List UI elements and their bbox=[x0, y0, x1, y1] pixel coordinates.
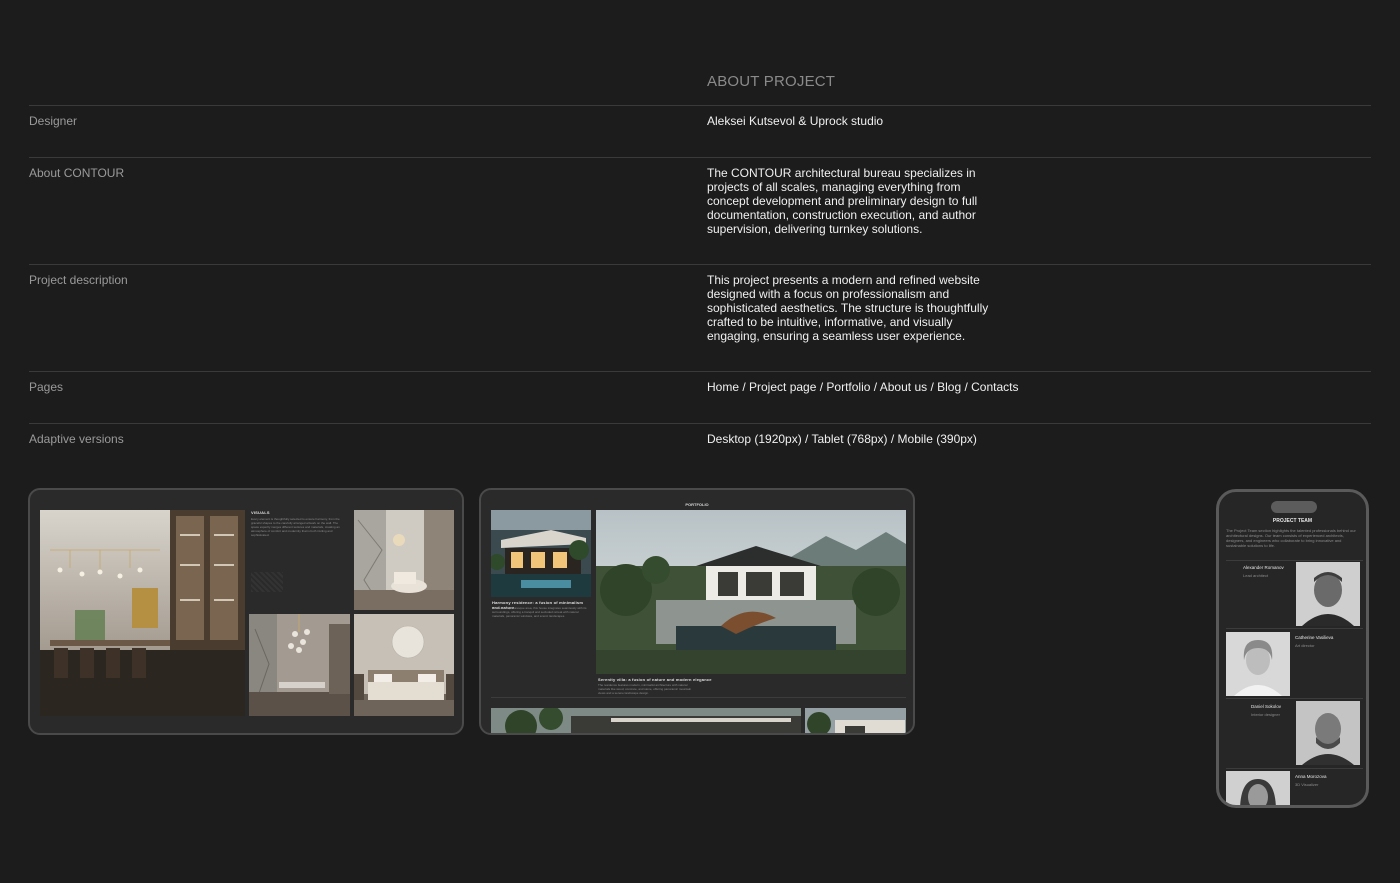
phone-team-mockup: PROJECT TEAM The Project Team section hi… bbox=[1216, 489, 1369, 808]
info-row-about-contour: About CONTOUR The CONTOUR architectural … bbox=[29, 157, 1371, 265]
dining-room-image bbox=[249, 614, 350, 716]
row-label: About CONTOUR bbox=[29, 166, 125, 180]
info-row-designer: Designer Aleksei Kutsevol & Uprock studi… bbox=[29, 105, 1371, 158]
bedroom-image bbox=[354, 614, 454, 716]
team-divider bbox=[1226, 698, 1363, 699]
row-label: Project description bbox=[29, 273, 128, 287]
row-label: Designer bbox=[29, 114, 78, 128]
row-label: Adaptive versions bbox=[29, 432, 124, 446]
visuals-title: VISUALS bbox=[251, 510, 270, 515]
member-photo bbox=[1296, 562, 1360, 626]
team-intro: The Project Team section highlights the … bbox=[1226, 528, 1356, 548]
card2-title: Serenity villa: a fusion of nature and m… bbox=[598, 677, 712, 682]
row-label: Pages bbox=[29, 380, 64, 394]
info-row-adaptive-versions: Adaptive versions Desktop (1920px) / Tab… bbox=[29, 423, 1371, 464]
member-photo bbox=[1296, 701, 1360, 765]
portfolio-title: PORTFOLIO bbox=[685, 502, 709, 507]
row-value: This project presents a modern and refin… bbox=[707, 273, 989, 343]
card2-text: The residence features modern, minimalis… bbox=[598, 683, 692, 695]
kitchen-interior-image bbox=[40, 510, 245, 716]
info-row-pages: Pages Home / Project page / Portfolio / … bbox=[29, 371, 1371, 424]
pattern-decoration bbox=[251, 572, 283, 592]
member-photo bbox=[1226, 632, 1290, 696]
visuals-text-panel: VISUALS Every element is thoughtfully se… bbox=[249, 510, 350, 610]
member-name: Alexander Romanov bbox=[1243, 565, 1284, 570]
team-divider bbox=[1226, 768, 1363, 769]
modern-house-image bbox=[805, 708, 906, 733]
card-divider bbox=[491, 697, 906, 698]
team-divider bbox=[1226, 628, 1363, 629]
member-role: Interior designer bbox=[1251, 712, 1280, 717]
member-role: Art director bbox=[1295, 643, 1315, 648]
member-name: Anna Morozova bbox=[1295, 774, 1327, 779]
row-value: The CONTOUR architectural bureau special… bbox=[707, 166, 978, 236]
row-value: Home / Project page / Portfolio / About … bbox=[707, 380, 1019, 394]
team-divider bbox=[1226, 560, 1363, 561]
serenity-villa-image bbox=[596, 510, 906, 674]
section-title: ABOUT PROJECT bbox=[707, 73, 836, 90]
member-role: Lead architect bbox=[1243, 573, 1269, 578]
visuals-text: Every element is thoughtfully selected t… bbox=[251, 517, 340, 537]
forest-house-image bbox=[491, 708, 801, 733]
info-row-project-description: Project description This project present… bbox=[29, 264, 1371, 372]
member-photo bbox=[1226, 771, 1290, 805]
member-name: Catherine Vasilieva bbox=[1295, 635, 1334, 640]
tablet-visuals-mockup: VISUALS Every element is thoughtfully se… bbox=[28, 488, 464, 735]
member-name: Daniel Sokolov bbox=[1251, 704, 1282, 709]
phone-dynamic-island bbox=[1271, 501, 1317, 513]
card1-text: Located in a picturesque area, this hous… bbox=[492, 606, 587, 618]
harmony-residence-image bbox=[491, 510, 591, 597]
row-value: Aleksei Kutsevol & Uprock studio bbox=[707, 114, 884, 128]
marble-living-image bbox=[354, 510, 454, 610]
team-title: PROJECT TEAM bbox=[1272, 518, 1313, 524]
tablet-portfolio-mockup: PORTFOLIO Harmony residence: a fusion of… bbox=[479, 488, 915, 735]
row-value: Desktop (1920px) / Tablet (768px) / Mobi… bbox=[707, 432, 977, 446]
member-role: 3D Visualizer bbox=[1295, 782, 1319, 787]
